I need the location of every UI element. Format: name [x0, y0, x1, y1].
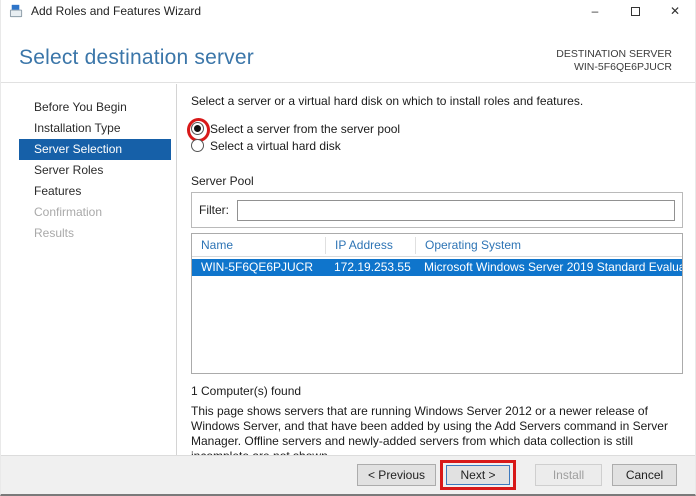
- column-header-name[interactable]: Name: [192, 238, 325, 252]
- next-button[interactable]: Next >: [446, 465, 510, 485]
- table-row[interactable]: WIN-5F6QE6PJUCR 172.19.253.55 Microsoft …: [192, 259, 682, 276]
- wizard-steps-sidebar: Before You Begin Installation Type Serve…: [1, 84, 177, 455]
- close-button[interactable]: ✕: [655, 0, 695, 22]
- sidebar-item-server-roles[interactable]: Server Roles: [19, 160, 171, 181]
- intro-text: Select a server or a virtual hard disk o…: [191, 94, 584, 108]
- radio-select-virtual-disk[interactable]: [191, 139, 204, 152]
- wizard-header: Select destination server DESTINATION SE…: [1, 22, 695, 83]
- cancel-button[interactable]: Cancel: [612, 464, 677, 486]
- minimize-button[interactable]: –: [575, 0, 615, 22]
- radio-select-server-pool[interactable]: [187, 118, 210, 142]
- server-name-cell: WIN-5F6QE6PJUCR: [201, 260, 314, 274]
- destination-server-label: DESTINATION SERVER: [556, 48, 672, 60]
- annotation-rectangle: Next >: [440, 460, 516, 490]
- sidebar-item-confirmation: Confirmation: [34, 205, 103, 219]
- sidebar-item-before-you-begin[interactable]: Before You Begin: [19, 97, 171, 118]
- window-title: Add Roles and Features Wizard: [31, 4, 202, 18]
- page-title: Select destination server: [19, 46, 254, 69]
- column-header-operating-system[interactable]: Operating System: [415, 236, 682, 254]
- server-pool-table: Name IP Address Operating System WIN-5F6…: [191, 233, 683, 374]
- filter-input[interactable]: [237, 199, 675, 221]
- table-header-row: Name IP Address Operating System: [192, 234, 682, 257]
- server-manager-icon: [9, 4, 23, 18]
- server-pool-title: Server Pool: [191, 174, 254, 188]
- wizard-window: Add Roles and Features Wizard – ✕ Select…: [0, 0, 696, 496]
- server-os-cell: Microsoft Windows Server 2019 Standard E…: [424, 260, 682, 274]
- computers-found-text: 1 Computer(s) found: [191, 384, 302, 398]
- destination-server-name: WIN-5F6QE6PJUCR: [573, 61, 672, 73]
- previous-button[interactable]: < Previous: [356, 464, 436, 486]
- sidebar-item-server-selection[interactable]: Server Selection: [19, 139, 171, 160]
- title-bar: Add Roles and Features Wizard – ✕: [1, 0, 695, 22]
- radio-label-server-pool: Select a server from the server pool: [210, 121, 401, 136]
- server-pool-filter-box: Filter:: [191, 192, 683, 228]
- maximize-icon: [630, 6, 640, 16]
- install-button: Install: [535, 464, 602, 486]
- radio-label-virtual-disk: Select a virtual hard disk: [210, 138, 341, 153]
- sidebar-item-results: Results: [34, 226, 75, 240]
- filter-label: Filter:: [199, 203, 229, 217]
- wizard-content: Select a server or a virtual hard disk o…: [178, 84, 695, 463]
- radio-row-server-pool[interactable]: Select a server from the server pool: [187, 118, 683, 142]
- destination-server-block: DESTINATION SERVER WIN-5F6QE6PJUCR: [556, 48, 672, 74]
- radio-row-virtual-disk[interactable]: Select a virtual hard disk: [191, 138, 683, 153]
- column-header-ip-address[interactable]: IP Address: [325, 236, 415, 254]
- wizard-footer: < Previous Next > Install Cancel: [1, 455, 695, 494]
- maximize-button[interactable]: [615, 0, 655, 22]
- sidebar-item-installation-type[interactable]: Installation Type: [19, 118, 171, 139]
- sidebar-item-features[interactable]: Features: [19, 181, 171, 202]
- server-ip-cell: 172.19.253.55: [334, 260, 411, 274]
